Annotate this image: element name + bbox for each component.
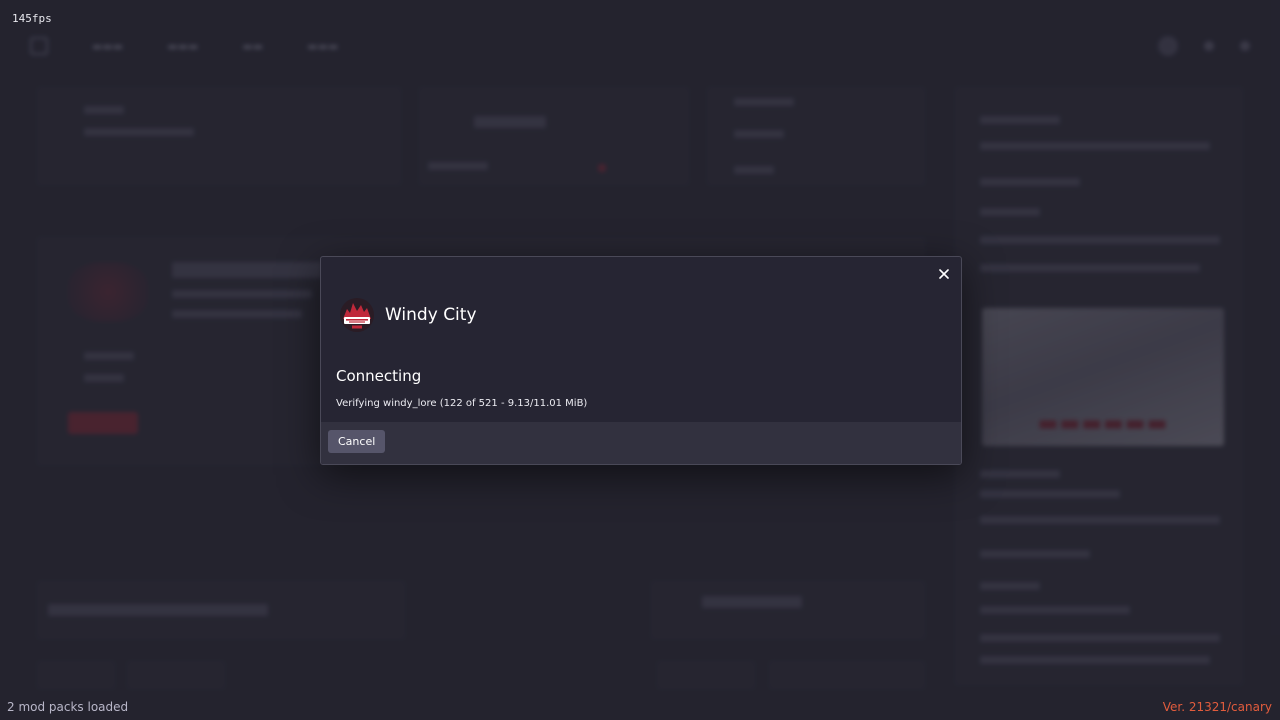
dialog-header: Windy City — [339, 297, 477, 333]
cancel-button[interactable]: Cancel — [328, 430, 386, 453]
windy-city-server-logo-icon — [340, 298, 374, 332]
close-icon[interactable] — [933, 263, 955, 285]
mod-packs-status: 2 mod packs loaded — [7, 700, 129, 714]
dialog-footer: Cancel — [321, 422, 961, 464]
status-title: Connecting — [336, 367, 422, 385]
server-name: Windy City — [385, 305, 477, 325]
status-detail: Verifying windy_lore (122 of 521 - 9.13/… — [336, 398, 588, 409]
connecting-dialog: Windy City Connecting Verifying windy_lo… — [320, 256, 962, 465]
fps-counter: 145fps — [12, 12, 52, 25]
version-label: Ver. 21321/canary — [1162, 700, 1272, 714]
